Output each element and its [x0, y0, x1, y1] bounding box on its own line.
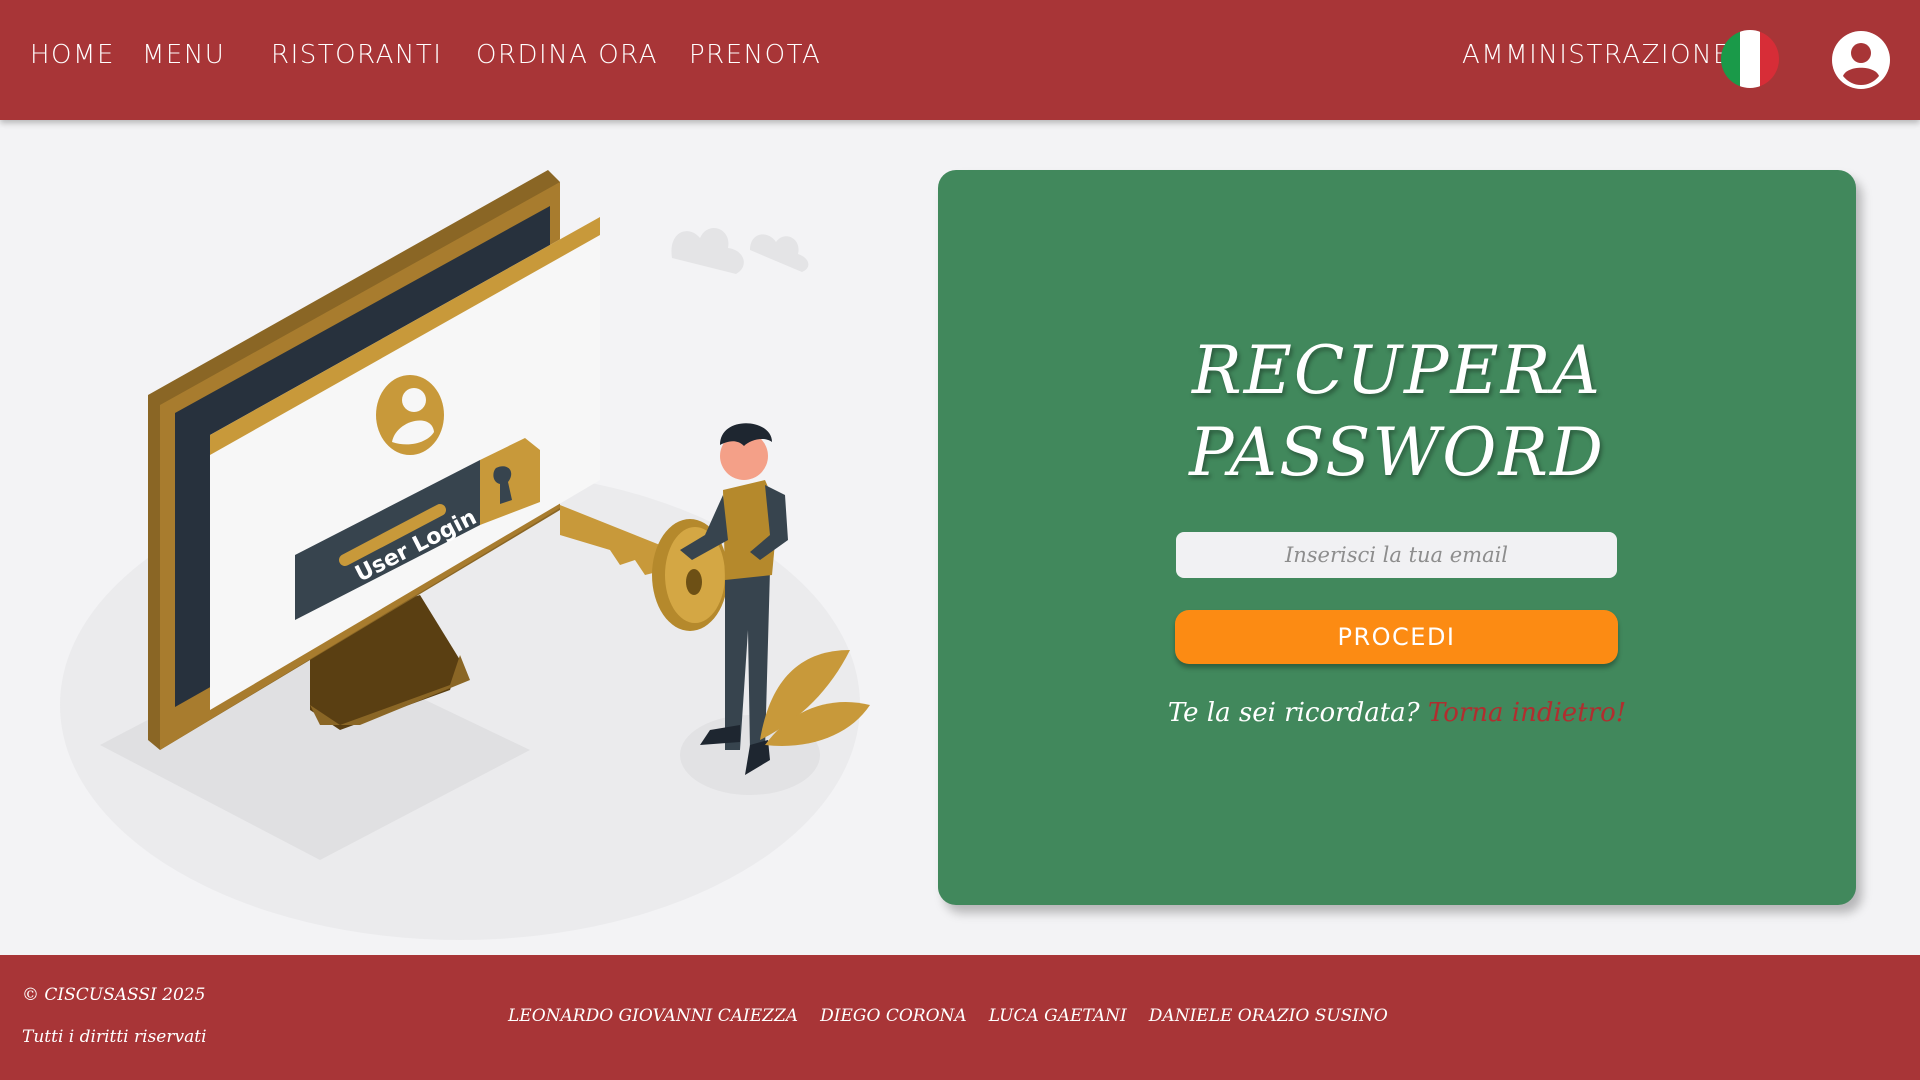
title-line-password: PASSWORD [1189, 414, 1605, 491]
page-title: RECUPERA PASSWORD [938, 330, 1856, 494]
cloud-icon [671, 227, 809, 274]
nav-order-link[interactable]: ORDINA ORA [476, 40, 658, 70]
footer-author[interactable]: LEONARDO GIOVANNI CAIEZZA [508, 1006, 798, 1026]
title-line-recupera: RECUPERA [1192, 332, 1602, 409]
footer-author[interactable]: DIEGO CORONA [820, 1006, 967, 1026]
footer-rights: Tutti i diritti riservati [22, 1027, 207, 1047]
italian-flag-icon[interactable] [1721, 30, 1779, 88]
recover-password-card: RECUPERA PASSWORD PROCEDI Te la sei rico… [938, 170, 1856, 905]
nav-book-link[interactable]: PRENOTA [689, 40, 821, 70]
footer-authors: LEONARDO GIOVANNI CAIEZZA DIEGO CORONA L… [508, 1006, 1405, 1026]
remember-text: Te la sei ricordata? [1167, 698, 1420, 728]
footer-copyright: © CISCUSASSI 2025 [22, 985, 206, 1005]
nav-home-link[interactable]: HOME [30, 40, 115, 70]
remember-line: Te la sei ricordata? Torna indietro! [938, 698, 1856, 728]
footer-author[interactable]: DANIELE ORAZIO SUSINO [1149, 1006, 1388, 1026]
footer: © CISCUSASSI 2025 Tutti i diritti riserv… [0, 955, 1920, 1080]
user-account-icon[interactable] [1831, 30, 1891, 90]
footer-author[interactable]: LUCA GAETANI [989, 1006, 1127, 1026]
nav-menu-link[interactable]: MENU [142, 40, 225, 70]
login-key-illustration: User Login [60, 170, 870, 940]
back-link[interactable]: Torna indietro! [1428, 698, 1626, 728]
nav-admin-link[interactable]: AMMINISTRAZIONE [1462, 40, 1731, 70]
top-navbar: HOME MENU RISTORANTI ORDINA ORA PRENOTA … [0, 0, 1920, 120]
proceed-button[interactable]: PROCEDI [1175, 610, 1618, 664]
email-input[interactable] [1176, 532, 1617, 578]
nav-restaurants-link[interactable]: RISTORANTI [271, 40, 442, 70]
